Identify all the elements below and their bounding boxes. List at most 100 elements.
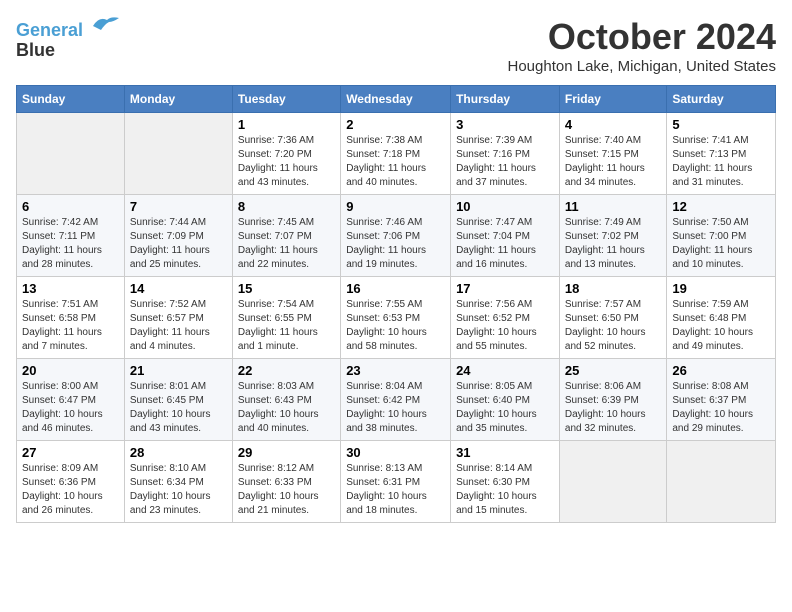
day-number: 9 — [346, 199, 445, 214]
month-title: October 2024 — [508, 16, 777, 58]
day-number: 5 — [672, 117, 770, 132]
day-number: 20 — [22, 363, 119, 378]
day-number: 19 — [672, 281, 770, 296]
header-monday: Monday — [124, 86, 232, 113]
day-number: 4 — [565, 117, 661, 132]
day-info: Sunrise: 7:36 AMSunset: 7:20 PMDaylight:… — [238, 134, 335, 190]
day-number: 29 — [238, 445, 335, 460]
day-info: Sunrise: 7:47 AMSunset: 7:04 PMDaylight:… — [456, 216, 554, 272]
day-number: 25 — [565, 363, 661, 378]
day-cell: 28Sunrise: 8:10 AMSunset: 6:34 PMDayligh… — [124, 441, 232, 523]
day-info: Sunrise: 8:04 AMSunset: 6:42 PMDaylight:… — [346, 380, 445, 436]
day-number: 12 — [672, 199, 770, 214]
day-number: 30 — [346, 445, 445, 460]
day-cell: 29 Sunrise: 8:12 AMSunset: 6:33 PMDayligh… — [232, 441, 340, 523]
day-cell: 25 Sunrise: 8:06 AMSunset: 6:39 PMDayligh… — [559, 359, 666, 441]
title-block: October 2024 Houghton Lake, Michigan, Un… — [508, 16, 777, 75]
day-number: 27 — [22, 445, 119, 460]
day-info: Sunrise: 7:49 AMSunset: 7:02 PMDaylight:… — [565, 216, 661, 272]
day-info: Sunrise: 7:59 AMSunset: 6:48 PMDaylight:… — [672, 298, 770, 354]
day-number: 7 — [130, 199, 227, 214]
day-info: Sunrise: 7:55 AMSunset: 6:53 PMDaylight:… — [346, 298, 445, 354]
day-info: Sunrise: 8:12 AMSunset: 6:33 PMDaylight:… — [238, 462, 335, 518]
header-sunday: Sunday — [17, 86, 125, 113]
logo-bird-icon — [91, 12, 121, 36]
day-cell: 27 Sunrise: 8:09 AMSunset: 6:36 PMDayligh… — [17, 441, 125, 523]
day-cell: 5 Sunrise: 7:41 AMSunset: 7:13 PMDaylight… — [667, 113, 776, 195]
day-info: Sunrise: 8:01 AMSunset: 6:45 PMDaylight:… — [130, 380, 227, 436]
week-row: 1 Sunrise: 7:36 AMSunset: 7:20 PMDaylight… — [17, 113, 776, 195]
day-cell: 11 Sunrise: 7:49 AMSunset: 7:02 PMDayligh… — [559, 195, 666, 277]
header-wednesday: Wednesday — [341, 86, 451, 113]
calendar-header: SundayMondayTuesdayWednesdayThursdayFrid… — [17, 86, 776, 113]
day-info: Sunrise: 7:51 AMSunset: 6:58 PMDaylight:… — [22, 298, 119, 354]
day-cell — [559, 441, 666, 523]
day-info: Sunrise: 8:06 AMSunset: 6:39 PMDaylight:… — [565, 380, 661, 436]
day-info: Sunrise: 7:38 AMSunset: 7:18 PMDaylight:… — [346, 134, 445, 190]
day-cell: 30 Sunrise: 8:13 AMSunset: 6:31 PMDayligh… — [341, 441, 451, 523]
day-number: 1 — [238, 117, 335, 132]
day-cell: 23 Sunrise: 8:04 AMSunset: 6:42 PMDayligh… — [341, 359, 451, 441]
day-info: Sunrise: 7:44 AMSunset: 7:09 PMDaylight:… — [130, 216, 227, 272]
location: Houghton Lake, Michigan, United States — [508, 58, 777, 75]
day-info: Sunrise: 8:14 AMSunset: 6:30 PMDaylight:… — [456, 462, 554, 518]
day-info: Sunrise: 7:46 AMSunset: 7:06 PMDaylight:… — [346, 216, 445, 272]
day-cell: 8 Sunrise: 7:45 AMSunset: 7:07 PMDaylight… — [232, 195, 340, 277]
day-info: Sunrise: 8:09 AMSunset: 6:36 PMDaylight:… — [22, 462, 119, 518]
day-number: 2 — [346, 117, 445, 132]
calendar-table: SundayMondayTuesdayWednesdayThursdayFrid… — [16, 85, 776, 523]
day-info: Sunrise: 8:05 AMSunset: 6:40 PMDaylight:… — [456, 380, 554, 436]
day-info: Sunrise: 7:57 AMSunset: 6:50 PMDaylight:… — [565, 298, 661, 354]
day-cell: 26Sunrise: 8:08 AMSunset: 6:37 PMDayligh… — [667, 359, 776, 441]
day-number: 11 — [565, 199, 661, 214]
day-info: Sunrise: 8:13 AMSunset: 6:31 PMDaylight:… — [346, 462, 445, 518]
day-cell: 24 Sunrise: 8:05 AMSunset: 6:40 PMDayligh… — [451, 359, 560, 441]
day-cell: 18 Sunrise: 7:57 AMSunset: 6:50 PMDayligh… — [559, 277, 666, 359]
day-info: Sunrise: 7:54 AMSunset: 6:55 PMDaylight:… — [238, 298, 335, 354]
day-number: 8 — [238, 199, 335, 214]
day-info: Sunrise: 7:56 AMSunset: 6:52 PMDaylight:… — [456, 298, 554, 354]
week-row: 20Sunrise: 8:00 AMSunset: 6:47 PMDayligh… — [17, 359, 776, 441]
day-number: 31 — [456, 445, 554, 460]
header-saturday: Saturday — [667, 86, 776, 113]
day-info: Sunrise: 7:41 AMSunset: 7:13 PMDaylight:… — [672, 134, 770, 190]
day-cell — [17, 113, 125, 195]
day-cell: 7 Sunrise: 7:44 AMSunset: 7:09 PMDaylight… — [124, 195, 232, 277]
day-number: 6 — [22, 199, 119, 214]
header-friday: Friday — [559, 86, 666, 113]
day-info: Sunrise: 8:08 AMSunset: 6:37 PMDaylight:… — [672, 380, 770, 436]
day-cell: 17 Sunrise: 7:56 AMSunset: 6:52 PMDayligh… — [451, 277, 560, 359]
week-row: 13 Sunrise: 7:51 AMSunset: 6:58 PMDayligh… — [17, 277, 776, 359]
day-number: 23 — [346, 363, 445, 378]
day-cell: 20Sunrise: 8:00 AMSunset: 6:47 PMDayligh… — [17, 359, 125, 441]
day-cell — [667, 441, 776, 523]
header-tuesday: Tuesday — [232, 86, 340, 113]
day-info: Sunrise: 7:50 AMSunset: 7:00 PMDaylight:… — [672, 216, 770, 272]
day-cell: 13 Sunrise: 7:51 AMSunset: 6:58 PMDayligh… — [17, 277, 125, 359]
day-cell: 19 Sunrise: 7:59 AMSunset: 6:48 PMDayligh… — [667, 277, 776, 359]
day-cell: 3Sunrise: 7:39 AMSunset: 7:16 PMDaylight… — [451, 113, 560, 195]
header-row: SundayMondayTuesdayWednesdayThursdayFrid… — [17, 86, 776, 113]
day-number: 16 — [346, 281, 445, 296]
day-number: 24 — [456, 363, 554, 378]
day-cell: 2 Sunrise: 7:38 AMSunset: 7:18 PMDaylight… — [341, 113, 451, 195]
day-number: 21 — [130, 363, 227, 378]
day-cell: 6Sunrise: 7:42 AMSunset: 7:11 PMDaylight… — [17, 195, 125, 277]
day-cell: 22Sunrise: 8:03 AMSunset: 6:43 PMDayligh… — [232, 359, 340, 441]
day-cell — [124, 113, 232, 195]
calendar-body: 1 Sunrise: 7:36 AMSunset: 7:20 PMDaylight… — [17, 113, 776, 523]
day-cell: 15Sunrise: 7:54 AMSunset: 6:55 PMDayligh… — [232, 277, 340, 359]
day-info: Sunrise: 7:39 AMSunset: 7:16 PMDaylight:… — [456, 134, 554, 190]
day-info: Sunrise: 8:03 AMSunset: 6:43 PMDaylight:… — [238, 380, 335, 436]
day-number: 10 — [456, 199, 554, 214]
day-cell: 1 Sunrise: 7:36 AMSunset: 7:20 PMDaylight… — [232, 113, 340, 195]
day-info: Sunrise: 7:45 AMSunset: 7:07 PMDaylight:… — [238, 216, 335, 272]
day-number: 13 — [22, 281, 119, 296]
day-number: 14 — [130, 281, 227, 296]
header-thursday: Thursday — [451, 86, 560, 113]
day-info: Sunrise: 7:52 AMSunset: 6:57 PMDaylight:… — [130, 298, 227, 354]
day-cell: 10 Sunrise: 7:47 AMSunset: 7:04 PMDayligh… — [451, 195, 560, 277]
day-number: 18 — [565, 281, 661, 296]
day-number: 17 — [456, 281, 554, 296]
day-cell: 4Sunrise: 7:40 AMSunset: 7:15 PMDaylight… — [559, 113, 666, 195]
